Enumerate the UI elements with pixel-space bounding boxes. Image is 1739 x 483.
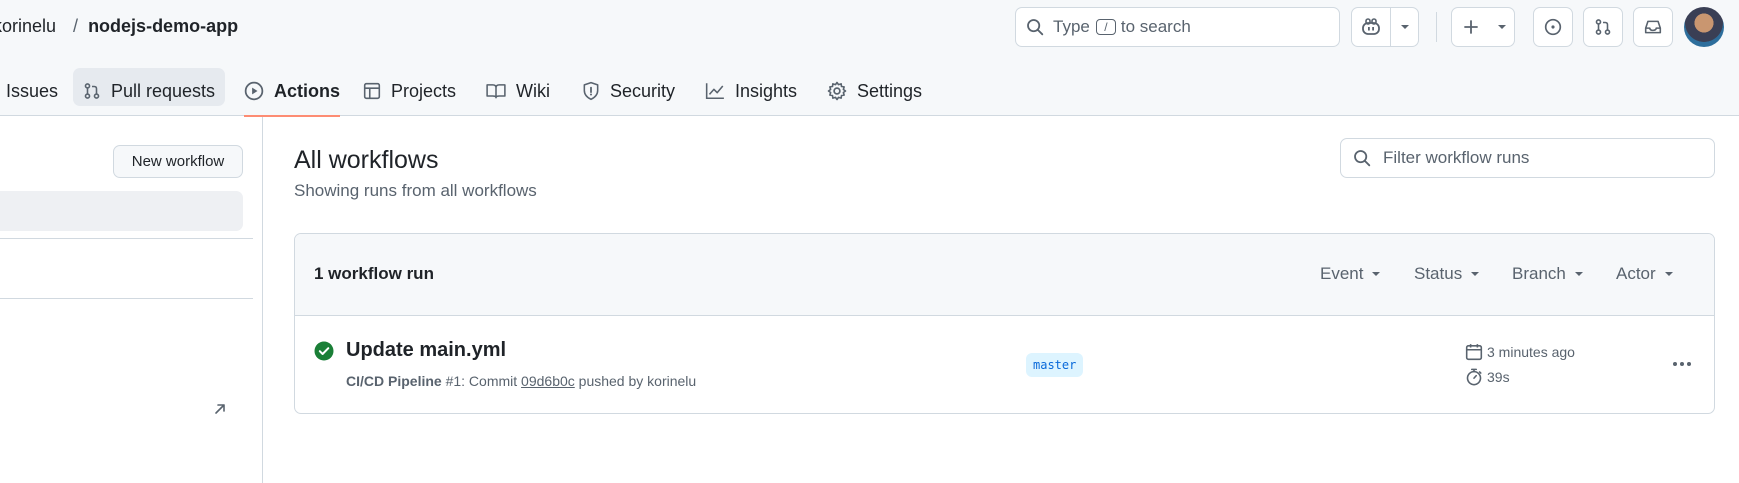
workflow-name: CI/CD Pipeline bbox=[346, 373, 442, 389]
sidebar-item-all-workflows[interactable] bbox=[0, 191, 243, 231]
calendar-icon bbox=[1465, 344, 1483, 361]
copilot-button[interactable] bbox=[1351, 7, 1419, 47]
run-timestamp: 3 minutes ago bbox=[1465, 343, 1575, 361]
run-number: #1 bbox=[445, 373, 462, 389]
table-icon bbox=[363, 82, 381, 100]
tab-label: Insights bbox=[735, 80, 798, 101]
run-count: 1 workflow run bbox=[314, 264, 434, 283]
search-icon bbox=[1027, 19, 1044, 36]
filter-workflow-runs-input[interactable]: Filter workflow runs bbox=[1340, 138, 1715, 178]
chevron-down-icon bbox=[1664, 272, 1673, 276]
runs-list-header: 1 workflow run Event Status Branch Actor bbox=[295, 234, 1714, 316]
chevron-down-icon bbox=[1574, 272, 1583, 276]
stopwatch-icon bbox=[1466, 368, 1482, 386]
pull-requests-button[interactable] bbox=[1583, 7, 1623, 47]
repo-header: korinelu / nodejs-demo-app Type / to searc… bbox=[0, 0, 1739, 117]
page-title: All workflows bbox=[294, 146, 439, 174]
breadcrumb-separator: / bbox=[73, 16, 79, 36]
run-meta: CI/CD Pipeline #1: Commit 09d6b0c pushed… bbox=[346, 373, 696, 389]
tab-settings[interactable]: Settings bbox=[827, 66, 922, 116]
breadcrumb: korinelu / nodejs-demo-app bbox=[0, 16, 238, 37]
issue-icon bbox=[1544, 18, 1562, 36]
sidebar-divider bbox=[0, 298, 253, 299]
repo-link[interactable]: nodejs-demo-app bbox=[88, 16, 238, 36]
time-ago: 3 minutes ago bbox=[1487, 344, 1575, 360]
tab-pull-requests[interactable]: Pull requests bbox=[73, 66, 226, 116]
filter-branch-label: Branch bbox=[1512, 264, 1566, 283]
tab-actions[interactable]: Actions bbox=[244, 66, 341, 117]
tab-label: Pull requests bbox=[111, 80, 216, 101]
issues-button[interactable] bbox=[1533, 7, 1573, 47]
tab-insights[interactable]: Insights bbox=[705, 66, 797, 116]
book-icon bbox=[486, 84, 506, 99]
filter-placeholder: Filter workflow runs bbox=[1383, 148, 1530, 167]
sidebar-divider bbox=[0, 238, 253, 239]
tab-issues[interactable]: Issues bbox=[6, 66, 58, 116]
pushed-by: pushed by korinelu bbox=[578, 373, 697, 389]
chevron-down-icon bbox=[1471, 272, 1480, 276]
graph-icon bbox=[705, 83, 724, 99]
header-divider bbox=[1436, 12, 1437, 42]
search-icon bbox=[1354, 150, 1371, 167]
tab-label: Actions bbox=[274, 80, 341, 101]
filter-event-label: Event bbox=[1320, 264, 1364, 283]
pull-request-icon bbox=[84, 83, 100, 99]
chevron-down-icon[interactable] bbox=[1490, 8, 1514, 46]
check-circle-icon bbox=[314, 341, 334, 361]
filter-actor-label: Actor bbox=[1616, 264, 1656, 283]
page-subtitle: Showing runs from all workflows bbox=[294, 181, 537, 200]
new-workflow-button[interactable]: New workflow bbox=[113, 145, 243, 178]
search-prefix: Type bbox=[1053, 17, 1090, 36]
chevron-down-icon bbox=[1372, 272, 1381, 276]
search-suffix: to search bbox=[1120, 17, 1191, 36]
avatar[interactable] bbox=[1684, 7, 1724, 47]
branch-label[interactable]: master bbox=[1026, 353, 1084, 377]
commit-sha-link[interactable]: 09d6b0c bbox=[521, 373, 575, 389]
run-title-link[interactable]: Update main.yml bbox=[346, 339, 506, 362]
filter-branch-dropdown[interactable]: Branch bbox=[1512, 264, 1584, 284]
plus-icon[interactable] bbox=[1452, 8, 1490, 46]
play-icon bbox=[244, 81, 264, 101]
tab-label: Security bbox=[610, 80, 676, 101]
filter-status-dropdown[interactable]: Status bbox=[1414, 264, 1480, 284]
duration: 39s bbox=[1487, 369, 1510, 385]
search-input[interactable]: Type / to search bbox=[1015, 7, 1340, 47]
tab-label: Projects bbox=[391, 80, 457, 101]
tab-projects[interactable]: Projects bbox=[363, 66, 456, 116]
tab-wiki[interactable]: Wiki bbox=[486, 66, 550, 116]
pull-request-icon bbox=[1595, 19, 1611, 35]
workflow-runs-list: 1 workflow run Event Status Branch Actor… bbox=[294, 233, 1715, 414]
commit-prefix: : Commit bbox=[461, 373, 518, 389]
filter-status-label: Status bbox=[1414, 264, 1463, 283]
copilot-icon[interactable] bbox=[1352, 8, 1392, 46]
run-menu-button[interactable] bbox=[1667, 351, 1697, 377]
tab-security[interactable]: Security bbox=[582, 66, 675, 116]
tab-label: Issues bbox=[6, 80, 59, 101]
create-new-button[interactable] bbox=[1451, 7, 1515, 47]
owner-link[interactable]: korinelu bbox=[0, 16, 56, 36]
search-shortcut-key: / bbox=[1095, 19, 1116, 35]
shield-icon bbox=[583, 81, 599, 101]
filter-actor-dropdown[interactable]: Actor bbox=[1616, 264, 1674, 284]
gear-icon bbox=[827, 81, 847, 101]
inbox-icon bbox=[1644, 20, 1662, 34]
run-duration: 39s bbox=[1465, 368, 1510, 386]
external-link-icon[interactable] bbox=[213, 402, 227, 421]
tab-label: Settings bbox=[857, 80, 923, 101]
actions-sidebar: New workflow bbox=[0, 117, 263, 483]
filter-event-dropdown[interactable]: Event bbox=[1320, 264, 1381, 284]
tab-label: Wiki bbox=[516, 80, 550, 101]
chevron-down-icon[interactable] bbox=[1391, 8, 1418, 46]
kebab-horizontal-icon bbox=[1673, 362, 1691, 366]
inbox-button[interactable] bbox=[1633, 7, 1673, 47]
